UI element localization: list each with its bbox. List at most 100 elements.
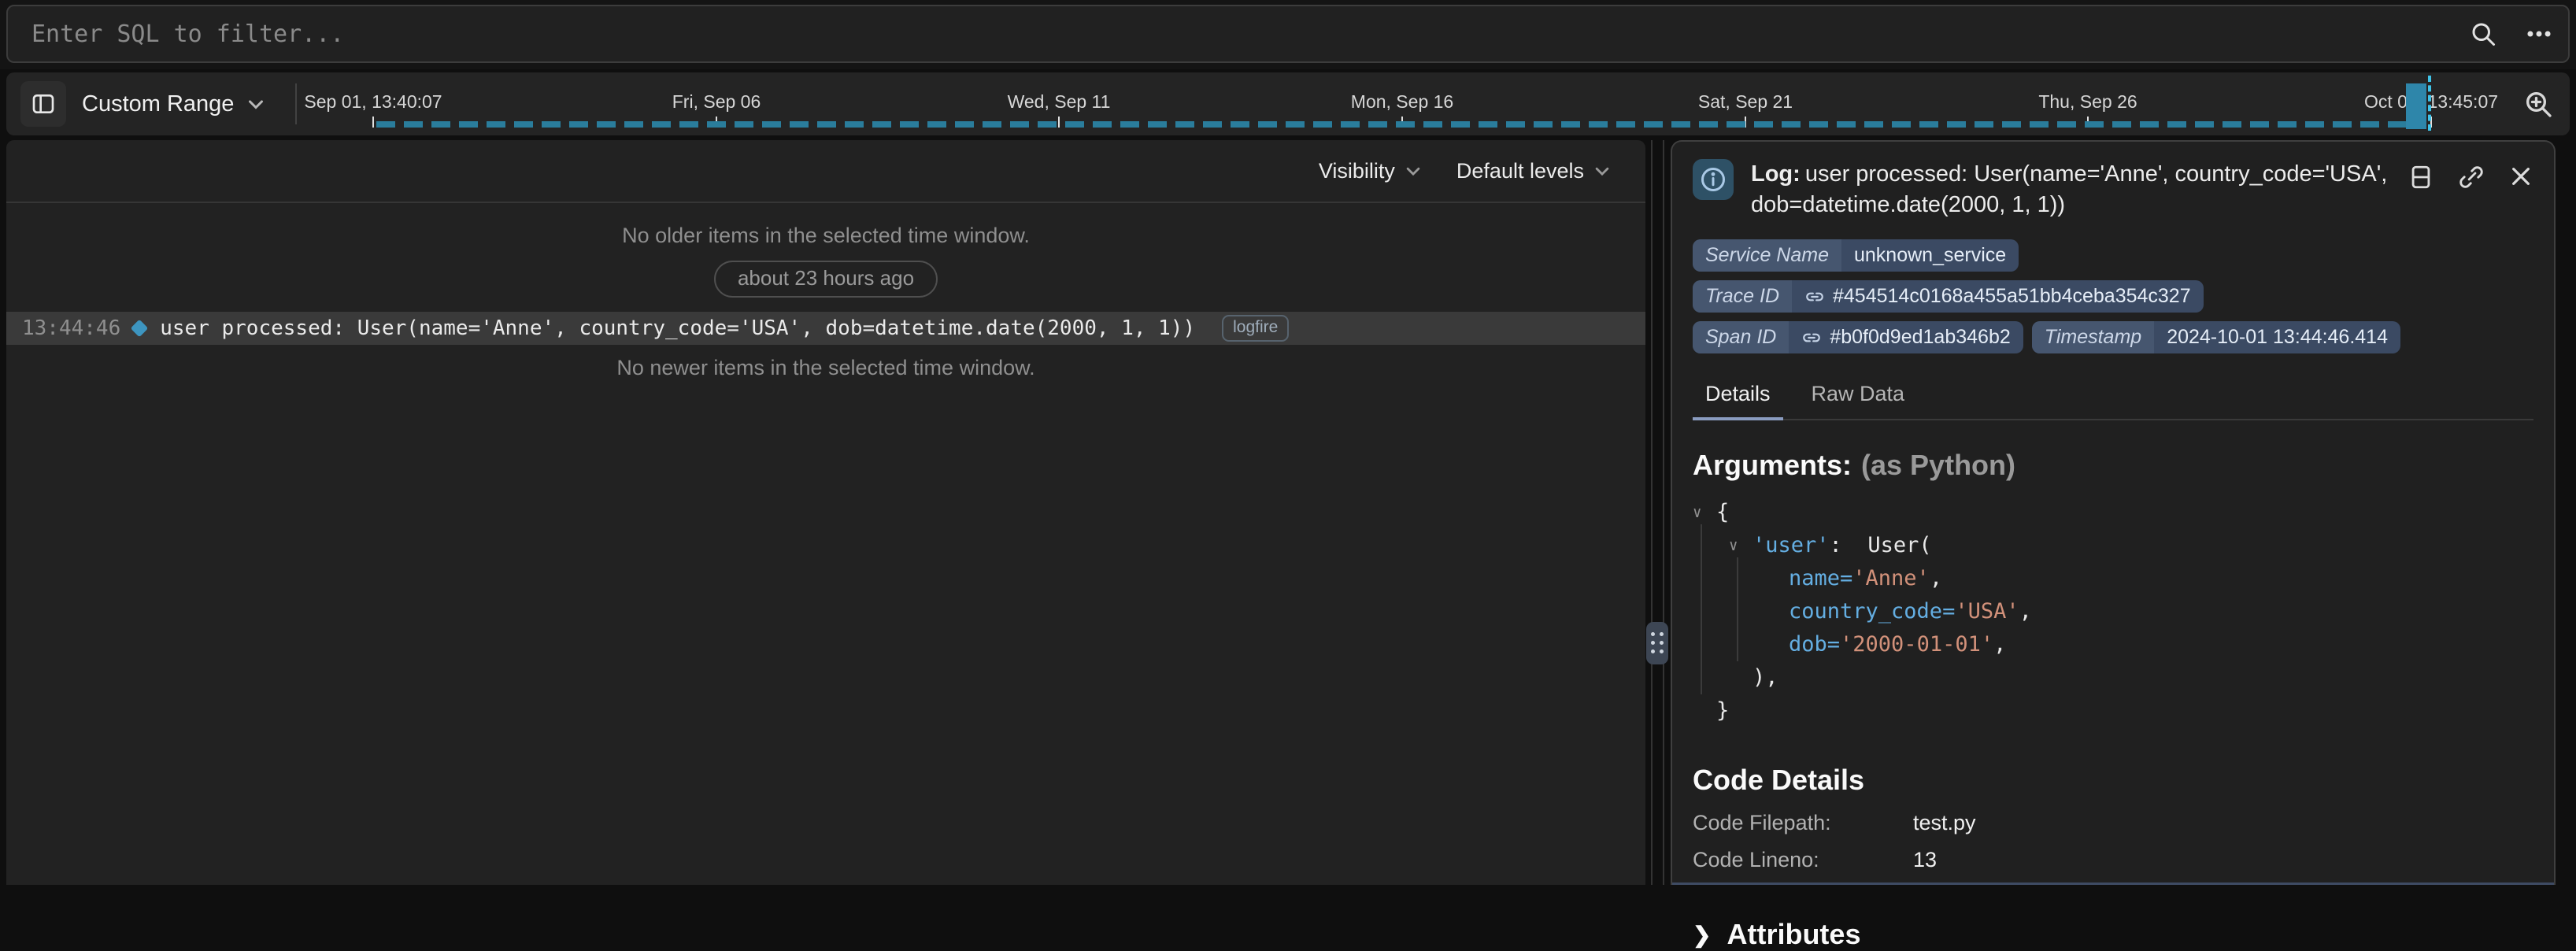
- default-levels-label: Default levels: [1456, 159, 1584, 183]
- default-levels-dropdown[interactable]: Default levels: [1456, 159, 1611, 183]
- log-timestamp: 13:44:46: [22, 316, 120, 340]
- no-newer-items-message: No newer items in the selected time wind…: [6, 356, 1645, 380]
- log-row[interactable]: 13:44:46 user processed: User(name='Anne…: [6, 312, 1645, 345]
- timeline-tick-label: Sep 01, 13:40:07: [304, 91, 442, 113]
- link-icon: [1801, 327, 1822, 348]
- badge-label: Service Name: [1693, 239, 1841, 272]
- time-range-dropdown[interactable]: Custom Range: [82, 72, 265, 135]
- panel-resize-handle[interactable]: [1646, 622, 1668, 664]
- code-detail-value: 13: [1913, 848, 2533, 872]
- timeline-tick-label: Sat, Sep 21: [1698, 91, 1793, 113]
- sidebar-toggle-button[interactable]: [20, 81, 66, 127]
- timeline-selection-marker: [2428, 76, 2431, 131]
- code-token: }: [1716, 698, 1729, 723]
- relative-time-badge[interactable]: about 23 hours ago: [714, 261, 938, 298]
- timeline-bar: Custom Range Sep 01, 13:40:07 Fri, Sep 06…: [6, 72, 2570, 135]
- close-icon[interactable]: [2508, 164, 2533, 189]
- code-token: country_code=: [1789, 599, 1955, 624]
- code-line: dob='2000-01-01',: [1693, 628, 2533, 661]
- panel-gutter-line: [1663, 140, 1664, 885]
- timeline-dashed-line: [376, 121, 2415, 128]
- panel-gutter-line: [1651, 140, 1653, 885]
- top-bar: [0, 0, 2576, 69]
- metadata-badge-service-name: Service Nameunknown_service: [1693, 239, 2019, 272]
- code-token: {: [1716, 500, 1729, 524]
- visibility-dropdown[interactable]: Visibility: [1319, 159, 1422, 183]
- log-level-diamond-icon: [131, 320, 149, 338]
- timeline-tick-mark: [372, 117, 374, 128]
- detail-tabs: Details Raw Data: [1693, 382, 2533, 420]
- sql-filter-input[interactable]: [6, 5, 2570, 63]
- badge-label: Timestamp: [2032, 321, 2154, 353]
- permalink-icon[interactable]: [2458, 164, 2485, 191]
- code-token: :: [1830, 533, 1868, 557]
- code-detail-label: Code Lineno:: [1693, 848, 1913, 872]
- code-token: User(: [1867, 533, 1931, 557]
- code-token: 'user': [1752, 533, 1830, 557]
- badge-label: Span ID: [1693, 321, 1789, 353]
- metadata-badge-span-id[interactable]: Span ID#b0f0d9ed1ab346b2: [1693, 321, 2023, 353]
- link-icon: [1804, 287, 1825, 307]
- badge-value: #454514c0168a455a51bb4ceba354c327: [1792, 280, 2204, 313]
- code-line: country_code='USA',: [1693, 595, 2533, 628]
- arguments-code-tree: ∨{∨'user': User(name='Anne',country_code…: [1693, 496, 2533, 727]
- log-list-header: Visibility Default levels: [6, 140, 1645, 203]
- zoom-in-icon[interactable]: [2522, 88, 2554, 120]
- code-token: '2000-01-01': [1840, 632, 1993, 657]
- timeline-tick-label: Wed, Sep 11: [1008, 91, 1111, 113]
- code-details-rows: Code Filepath:test.pyCode Lineno:13: [1693, 811, 2533, 872]
- code-line: ∨{: [1693, 496, 2533, 529]
- timeline-divider: [295, 83, 297, 124]
- attributes-heading: Attributes: [1727, 918, 1860, 951]
- arguments-heading: Arguments:(as Python): [1693, 449, 2533, 482]
- no-older-items-message: No older items in the selected time wind…: [6, 224, 1645, 248]
- tab-raw-data[interactable]: Raw Data: [1799, 382, 1918, 419]
- visibility-label: Visibility: [1319, 159, 1395, 183]
- badge-value: unknown_service: [1841, 239, 2019, 272]
- metadata-badge-timestamp: Timestamp2024-10-01 13:44:46.414: [2032, 321, 2400, 353]
- code-detail-label: Code Filepath:: [1693, 811, 1913, 835]
- tab-details[interactable]: Details: [1693, 382, 1783, 419]
- code-token: 'Anne': [1852, 566, 1930, 590]
- metadata-badges: Service Nameunknown_service Trace ID#4545…: [1693, 239, 2533, 353]
- code-token: ,: [1930, 566, 1942, 590]
- collapse-chevron-icon[interactable]: ∨: [1729, 529, 1738, 562]
- log-list-panel: Visibility Default levels No older items…: [6, 140, 1645, 885]
- detail-title-prefix: Log:: [1751, 161, 1801, 187]
- chevron-right-icon: ❯: [1693, 922, 1711, 948]
- code-line: ),: [1693, 661, 2533, 694]
- collapse-chevron-icon[interactable]: ∨: [1693, 496, 1701, 529]
- code-line: name='Anne',: [1693, 562, 2533, 595]
- detail-header: Log:user processed: User(name='Anne', co…: [1693, 159, 2533, 220]
- badge-value: #b0f0d9ed1ab346b2: [1789, 321, 2023, 353]
- code-token: dob=: [1789, 632, 1840, 657]
- code-token: ,: [1993, 632, 2006, 657]
- metadata-badge-trace-id[interactable]: Trace ID#454514c0168a455a51bb4ceba354c32…: [1693, 280, 2204, 313]
- timeline-tick-label: Oct 01, 13:45:07: [2364, 91, 2498, 113]
- panel-layout-icon[interactable]: [2408, 164, 2434, 191]
- timeline-tick-label: Fri, Sep 06: [672, 91, 761, 113]
- chevron-down-icon: [1593, 162, 1611, 179]
- log-scope-tag: logfire: [1222, 315, 1289, 342]
- log-detail-panel: Log:user processed: User(name='Anne', co…: [1671, 140, 2556, 885]
- code-detail-value: test.py: [1913, 811, 2533, 835]
- attributes-section-toggle[interactable]: ❯ Attributes: [1693, 918, 2533, 951]
- more-options-icon[interactable]: [2524, 19, 2554, 49]
- chevron-down-icon: [1405, 162, 1422, 179]
- timeline-tick-label: Mon, Sep 16: [1351, 91, 1453, 113]
- code-token: ,: [2019, 599, 2032, 624]
- code-token: ),: [1752, 665, 1778, 690]
- time-range-label: Custom Range: [82, 91, 234, 117]
- search-icon[interactable]: [2469, 20, 2497, 48]
- chevron-down-icon: [246, 94, 265, 113]
- timeline-histogram-spike[interactable]: [2406, 83, 2426, 129]
- info-icon: [1693, 159, 1734, 200]
- arguments-heading-text: Arguments:: [1693, 449, 1852, 481]
- code-line: }: [1693, 694, 2533, 727]
- detail-title-text: user processed: User(name='Anne', countr…: [1751, 161, 2387, 217]
- log-message: user processed: User(name='Anne', countr…: [160, 316, 1195, 340]
- badge-label: Trace ID: [1693, 280, 1792, 313]
- code-details-heading: Code Details: [1693, 764, 2533, 797]
- code-token: name=: [1789, 566, 1852, 590]
- detail-title: Log:user processed: User(name='Anne', co…: [1751, 159, 2408, 220]
